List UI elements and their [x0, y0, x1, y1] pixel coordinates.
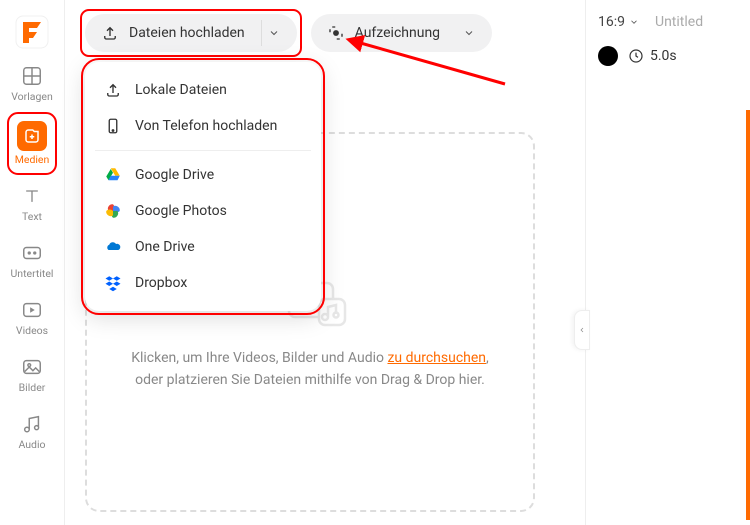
chevron-left-icon: [578, 324, 586, 336]
phone-icon: [103, 116, 123, 136]
sidebar-item-label: Untertitel: [11, 267, 54, 280]
dropdown-item-local-files[interactable]: Lokale Dateien: [91, 72, 315, 108]
templates-icon: [20, 64, 44, 88]
upload-dropdown-toggle[interactable]: [261, 20, 287, 46]
dropzone-text-prefix: Klicken, um Ihre Videos, Bilder und Audi…: [131, 350, 387, 366]
sidebar-item-label: Videos: [16, 324, 48, 337]
project-title[interactable]: Untitled: [655, 14, 703, 30]
videos-icon: [20, 298, 44, 322]
onedrive-icon: [103, 237, 123, 257]
dropdown-item-google-photos[interactable]: Google Photos: [91, 193, 315, 229]
sidebar: Vorlagen Medien Text Untertitel Videos: [0, 0, 65, 525]
upload-icon: [103, 80, 123, 100]
sidebar-item-templates[interactable]: Vorlagen: [10, 58, 54, 109]
timeline-clip[interactable]: 5.0s: [598, 46, 738, 66]
upload-dropdown-menu: Lokale Dateien Von Telefon hochladen Goo…: [85, 62, 321, 311]
sidebar-item-text[interactable]: Text: [10, 178, 54, 229]
dropzone-browse-link[interactable]: zu durchsuchen: [387, 350, 486, 366]
sidebar-item-subtitles[interactable]: Untertitel: [10, 235, 54, 286]
sidebar-item-media[interactable]: Medien: [10, 115, 54, 172]
sidebar-item-label: Bilder: [19, 381, 46, 394]
sidebar-item-images[interactable]: Bilder: [10, 349, 54, 400]
dropdown-item-label: Lokale Dateien: [135, 82, 227, 98]
aspect-ratio-value: 16:9: [598, 14, 625, 30]
audio-icon: [20, 412, 44, 436]
app-logo: [12, 12, 52, 52]
upload-icon: [101, 24, 119, 42]
sidebar-item-label: Vorlagen: [11, 90, 53, 103]
dropdown-item-google-drive[interactable]: Google Drive: [91, 157, 315, 193]
dropdown-separator: [95, 150, 311, 151]
sidebar-item-label: Medien: [15, 153, 50, 166]
images-icon: [20, 355, 44, 379]
sidebar-item-label: Audio: [18, 438, 45, 451]
dropdown-item-phone-upload[interactable]: Von Telefon hochladen: [91, 108, 315, 144]
clock-icon: [628, 48, 644, 64]
google-photos-icon: [103, 201, 123, 221]
timeline-playhead[interactable]: [746, 110, 750, 520]
upload-files-button[interactable]: Dateien hochladen: [85, 14, 297, 52]
dropdown-item-label: One Drive: [135, 239, 195, 255]
media-icon: [17, 121, 47, 151]
clip-color-dot: [598, 46, 618, 66]
google-drive-icon: [103, 165, 123, 185]
upload-files-label: Dateien hochladen: [129, 25, 245, 41]
sidebar-item-label: Text: [22, 210, 42, 223]
dropdown-item-dropbox[interactable]: Dropbox: [91, 265, 315, 301]
right-panel: 16:9 Untitled 5.0s: [585, 0, 750, 525]
dropzone-text: Klicken, um Ihre Videos, Bilder und Audi…: [130, 347, 490, 392]
sidebar-item-audio[interactable]: Audio: [10, 406, 54, 457]
record-icon: [327, 24, 345, 42]
dropdown-item-label: Von Telefon hochladen: [135, 118, 277, 134]
clip-duration: 5.0s: [650, 48, 677, 64]
annotation-arrow: [345, 34, 515, 104]
upload-button-group: Dateien hochladen: [85, 14, 297, 52]
dropdown-item-label: Google Drive: [135, 167, 214, 183]
panel-collapse-handle[interactable]: [574, 310, 590, 350]
main-panel: Dateien hochladen Aufzeichnung: [65, 0, 585, 525]
dropbox-icon: [103, 273, 123, 293]
chevron-down-icon: [629, 17, 639, 27]
dropdown-item-label: Dropbox: [135, 275, 187, 291]
text-icon: [20, 184, 44, 208]
subtitles-icon: [20, 241, 44, 265]
aspect-ratio-selector[interactable]: 16:9: [598, 14, 639, 30]
dropdown-item-onedrive[interactable]: One Drive: [91, 229, 315, 265]
dropdown-item-label: Google Photos: [135, 203, 227, 219]
sidebar-item-videos[interactable]: Videos: [10, 292, 54, 343]
